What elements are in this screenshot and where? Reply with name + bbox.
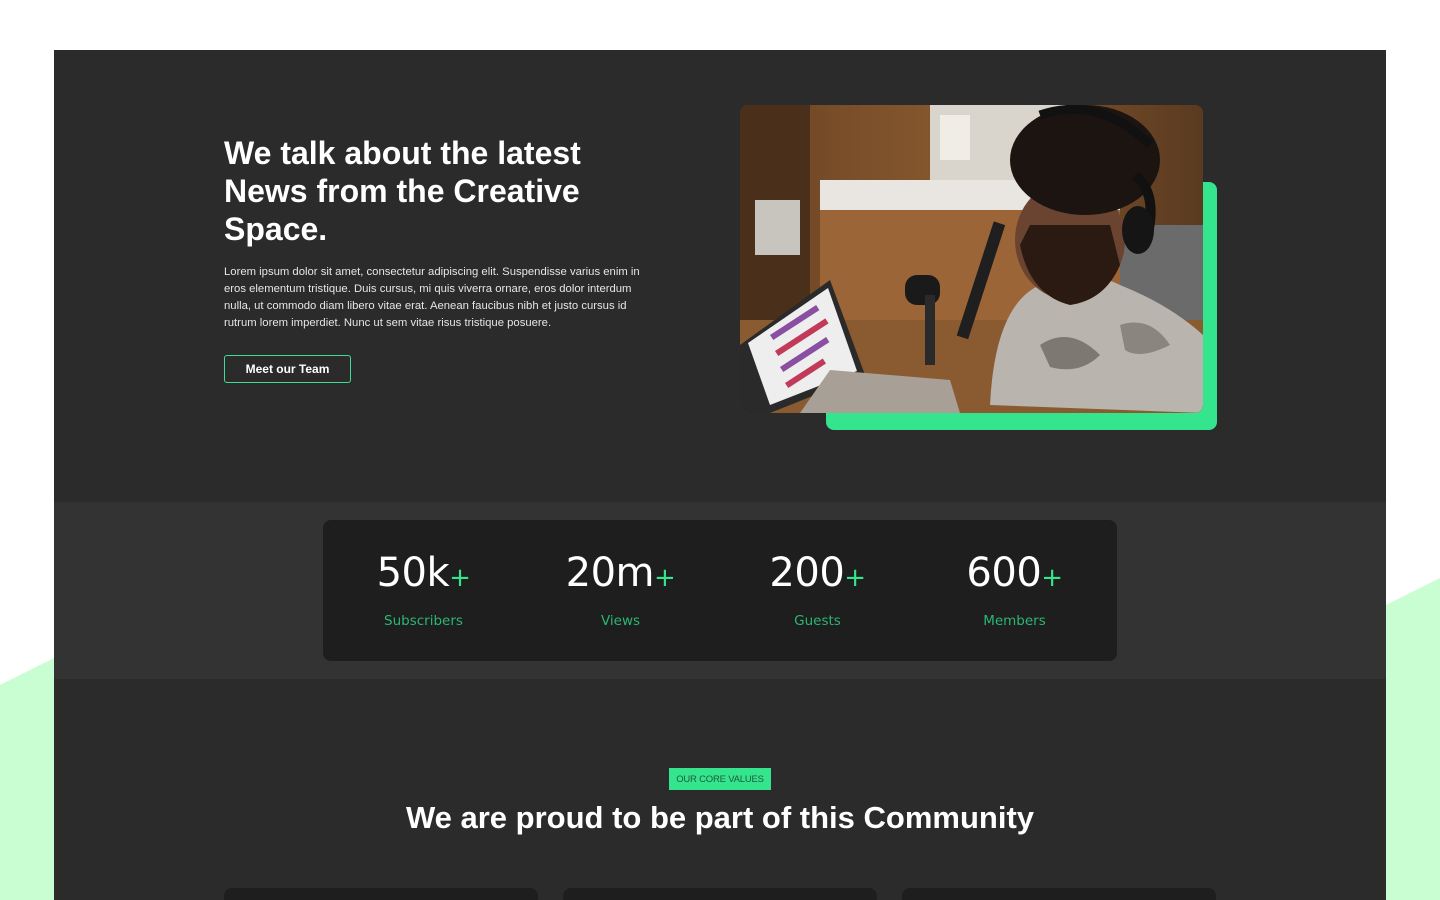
stat-views: 20m+ Views — [522, 550, 719, 629]
core-values-badge: OUR CORE VALUES — [669, 768, 771, 790]
stat-value: 20m — [565, 550, 655, 596]
meet-our-team-button[interactable]: Meet our Team — [224, 355, 351, 383]
stat-plus: + — [844, 563, 866, 593]
podcast-host-photo — [740, 105, 1203, 413]
stat-label: Views — [600, 613, 641, 629]
stat-plus: + — [1041, 563, 1063, 593]
stat-plus: + — [654, 563, 676, 593]
background-shape-left — [0, 655, 60, 900]
stat-members: 600+ Members — [916, 550, 1113, 629]
value-card — [563, 888, 877, 900]
stat-value: 600 — [966, 550, 1042, 596]
value-card — [224, 888, 538, 900]
stat-label: Guests — [794, 613, 841, 629]
stat-label: Subscribers — [384, 613, 463, 629]
hero-description: Lorem ipsum dolor sit amet, consectetur … — [224, 266, 640, 329]
stat-guests: 200+ Guests — [719, 550, 916, 629]
hero-title: We talk about the latest News from the C… — [224, 135, 581, 247]
stats-card: 50k+ Subscribers 20m+ Views 200+ Guests … — [323, 520, 1117, 661]
stat-subscribers: 50k+ Subscribers — [325, 550, 522, 629]
section-title: We are proud to be part of this Communit… — [405, 800, 1035, 835]
stat-label: Members — [983, 613, 1046, 629]
stats-band: 50k+ Subscribers 20m+ Views 200+ Guests … — [54, 502, 1386, 679]
stat-value: 200 — [769, 550, 845, 596]
stat-value: 50k — [376, 550, 450, 596]
background-shape-right — [1380, 578, 1440, 900]
page-frame: We talk about the latest News from the C… — [54, 50, 1386, 900]
stat-plus: + — [449, 563, 471, 593]
value-card — [902, 888, 1216, 900]
